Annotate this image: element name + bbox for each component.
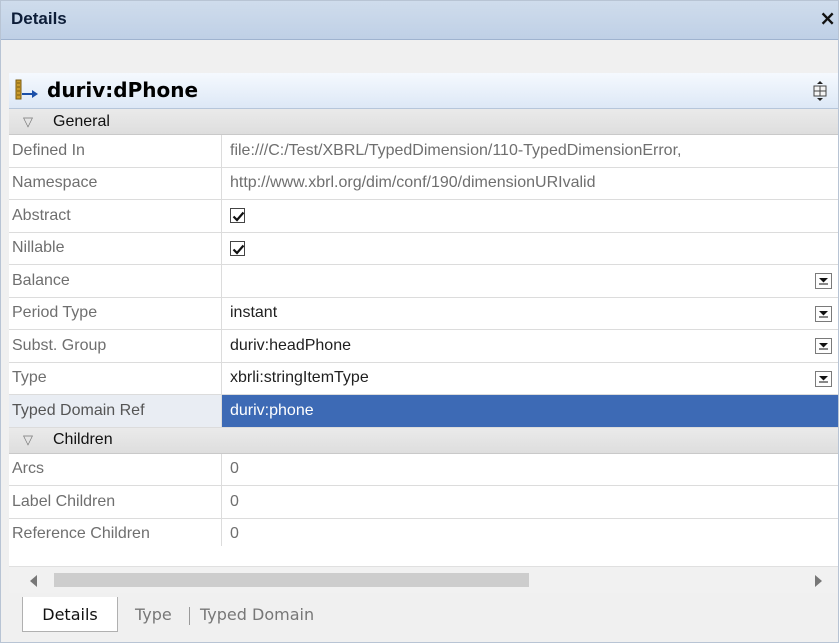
dropdown-arrow-icon[interactable]	[815, 273, 832, 289]
collapse-triangle-icon[interactable]: ▽	[17, 114, 39, 130]
subst-group-value: duriv:headPhone	[230, 336, 351, 354]
row-type[interactable]: Type xbrli:stringItemType	[9, 362, 838, 395]
property-value: file:///C:/Test/XBRL/TypedDimension/110-…	[230, 141, 682, 159]
row-subst-group[interactable]: Subst. Group duriv:headPhone	[9, 330, 838, 363]
section-general[interactable]: ▽ General	[9, 109, 838, 135]
component-name: duriv:dPhone	[47, 78, 199, 102]
check-icon	[232, 244, 245, 255]
property-value: xbrli:stringItemType	[222, 363, 838, 395]
property-key: Typed Domain Ref	[9, 395, 222, 427]
bottom-tabs: Details Type Typed Domain	[9, 597, 838, 637]
property-value	[222, 200, 838, 232]
property-key: Subst. Group	[9, 330, 222, 362]
component-header: duriv:dPhone	[9, 73, 838, 109]
horizontal-scrollbar[interactable]	[9, 566, 838, 593]
scroll-left-arrow-icon[interactable]	[29, 573, 38, 592]
property-key: Namespace	[9, 167, 222, 199]
tab-typed-domain[interactable]: Typed Domain	[200, 597, 314, 632]
row-abstract[interactable]: Abstract	[9, 200, 838, 233]
dropdown-arrow-icon[interactable]	[815, 305, 832, 322]
window-title: Details	[11, 9, 67, 28]
property-key: Period Type	[9, 297, 222, 329]
section-label: Children	[53, 431, 113, 448]
dropdown-arrow-icon[interactable]	[815, 338, 832, 354]
details-panel: Details × duriv:dPhone ▽ General Defined…	[0, 0, 839, 643]
section-label: General	[53, 112, 110, 130]
properties-grid: ▽ General Defined In file:///C:/Test/XBR…	[9, 109, 838, 551]
section-children[interactable]: ▽ Children	[9, 427, 838, 454]
row-label-children[interactable]: Label Children 0	[9, 486, 838, 519]
property-value	[222, 265, 838, 297]
property-value: http://www.xbrl.org/dim/conf/190/dimensi…	[230, 174, 596, 192]
property-key: Label Children	[9, 486, 222, 518]
scroll-right-arrow-icon[interactable]	[814, 573, 823, 592]
property-key: Abstract	[9, 200, 222, 232]
property-key: Balance	[9, 265, 222, 297]
collapse-triangle-icon[interactable]: ▽	[17, 432, 39, 448]
row-period-type[interactable]: Period Type instant	[9, 297, 838, 330]
dimension-icon	[14, 77, 42, 103]
tab-separator	[189, 607, 190, 625]
property-value: 0	[230, 460, 239, 478]
property-key: Nillable	[9, 232, 222, 264]
property-value: duriv:headPhone	[222, 330, 838, 362]
property-value	[222, 233, 838, 265]
typed-domain-ref-input[interactable]: duriv:phone	[222, 395, 838, 427]
property-key: Defined In	[9, 135, 222, 167]
nillable-checkbox[interactable]	[230, 240, 245, 256]
row-balance[interactable]: Balance	[9, 265, 838, 298]
abstract-checkbox[interactable]	[230, 208, 245, 224]
row-defined-in[interactable]: Defined In file:///C:/Test/XBRL/TypedDim…	[9, 135, 838, 168]
close-icon[interactable]: ×	[819, 6, 836, 30]
titlebar: Details ×	[1, 1, 838, 40]
grid-empty-area	[9, 546, 838, 566]
tab-details[interactable]: Details	[22, 597, 118, 632]
move-icon[interactable]	[810, 81, 830, 101]
property-key: Type	[9, 362, 222, 394]
type-value: xbrli:stringItemType	[230, 369, 369, 387]
row-namespace[interactable]: Namespace http://www.xbrl.org/dim/conf/1…	[9, 167, 838, 200]
tab-type[interactable]: Type	[135, 597, 172, 632]
row-arcs[interactable]: Arcs 0	[9, 453, 838, 486]
property-value: instant	[222, 298, 838, 330]
period-type-value: instant	[230, 304, 278, 322]
check-icon	[232, 212, 245, 222]
dropdown-arrow-icon[interactable]	[815, 370, 832, 387]
row-typed-domain-ref[interactable]: Typed Domain Ref duriv:phone	[9, 395, 838, 428]
scrollbar-thumb[interactable]	[54, 573, 529, 587]
property-value: 0	[230, 492, 239, 510]
property-key: Arcs	[9, 453, 222, 485]
row-nillable[interactable]: Nillable	[9, 232, 838, 265]
